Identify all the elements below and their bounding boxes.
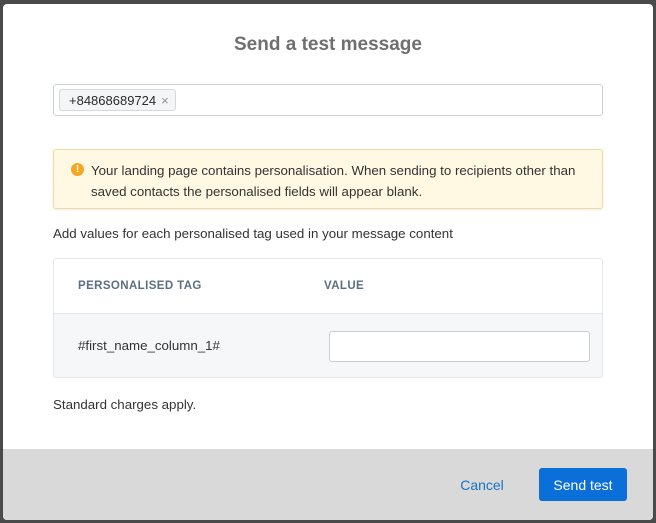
cancel-button[interactable]: Cancel [447,468,517,502]
tag-value-input[interactable] [329,331,590,362]
send-test-dialog: Send a test message +84868689724 × ! You… [3,4,653,520]
recipient-chip-label: +84868689724 [69,92,157,108]
recipient-chip: +84868689724 × [59,89,176,111]
table-row: #first_name_column_1# [54,314,602,377]
table-header: PERSONALISED TAG VALUE [54,259,602,314]
warning-icon: ! [71,163,84,176]
personalised-tag-name: #first_name_column_1# [78,338,220,353]
column-header-tag: PERSONALISED TAG [78,280,202,292]
dialog-footer: Cancel Send test [3,449,653,520]
send-test-button[interactable]: Send test [539,468,627,501]
charges-note: Standard charges apply. [53,397,197,412]
personalisation-warning: ! Your landing page contains personalisa… [53,149,603,209]
dialog-title: Send a test message [234,34,422,55]
warning-message: Your landing page contains personalisati… [91,163,576,199]
recipient-input[interactable]: +84868689724 × [53,84,603,116]
personalised-tag-table: PERSONALISED TAG VALUE #first_name_colum… [53,258,603,378]
close-icon[interactable]: × [161,93,169,108]
personalisation-helper: Add values for each personalised tag use… [53,226,453,241]
column-header-value: VALUE [324,280,365,292]
